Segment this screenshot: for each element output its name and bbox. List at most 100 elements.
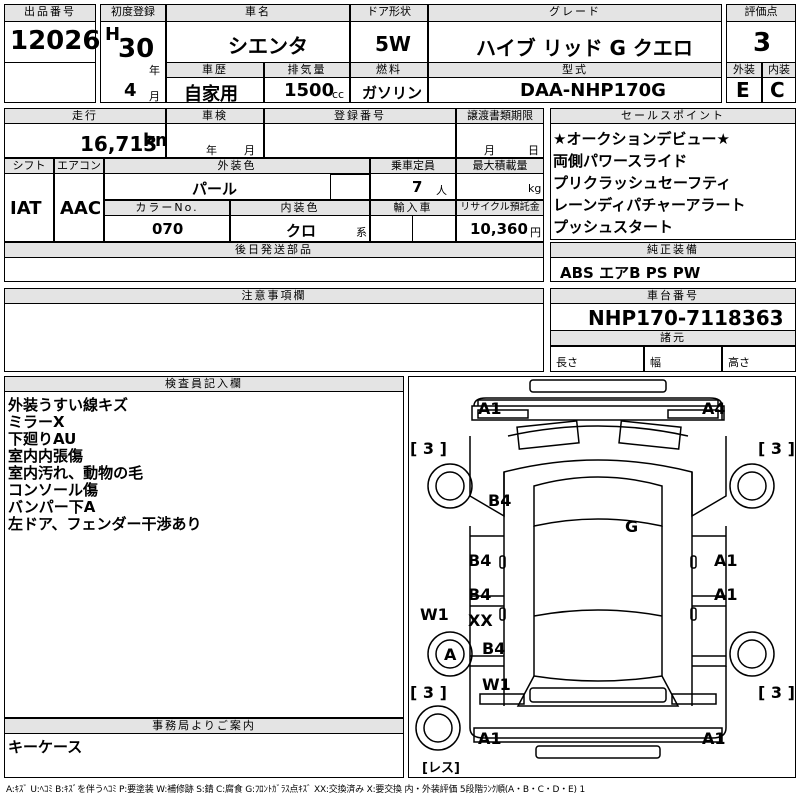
seats-unit: 人 (436, 184, 447, 197)
inspector-line: ミラーX (8, 413, 65, 431)
office-label: 事務局よりご案内 (4, 718, 404, 734)
office-note: キーケース (8, 738, 83, 756)
damage-mark: A4 (702, 399, 726, 418)
equipment: ABS エアB PS PW (560, 264, 701, 282)
load-label: 最大積載量 (456, 158, 544, 174)
interior-grade: C (770, 78, 785, 102)
lot-number: 12026 (10, 26, 101, 56)
deadline-label: 譲渡書類期限 (456, 108, 544, 124)
first-reg-year: 30 (118, 34, 155, 64)
equipment-label: 純正装備 (550, 242, 796, 258)
shift-label: シフト (4, 158, 54, 174)
notes-label: 注意事項欄 (4, 288, 544, 304)
mileage-label: 走行 (4, 108, 166, 124)
model-label: 型式 (428, 62, 722, 78)
inspector-line: 下廻りAU (8, 430, 77, 448)
int-color: クロ (286, 222, 317, 240)
exterior-grade-label: 外装 (726, 62, 762, 78)
history-label: 車歴 (166, 62, 264, 78)
seats-label: 乗車定員 (370, 158, 456, 174)
fuel-label: 燃料 (350, 62, 428, 78)
sales-points-label: セールスポイント (550, 108, 796, 124)
exterior-grade: E (736, 78, 750, 102)
displacement-label: 排気量 (264, 62, 350, 78)
import-sub-box (412, 215, 456, 242)
spec-length-label: 長さ (556, 356, 578, 369)
score: 3 (753, 28, 772, 58)
door-type: 5W (375, 32, 411, 56)
damage-mark: A1 (478, 399, 502, 418)
deadline-day-unit: 日 (528, 144, 539, 157)
model: DAA-NHP170G (520, 80, 666, 101)
inspection-year-unit: 年 (206, 144, 217, 157)
score-label: 評価点 (726, 4, 796, 22)
spare-tire-mark: [レス] (422, 761, 460, 776)
color-label: 外装色 (104, 158, 370, 174)
door-label: ドア形状 (350, 4, 428, 22)
inspector-line: 左ドア、フェンダー干渉あり (8, 515, 202, 533)
shift: IAT (10, 198, 42, 219)
inspection-month-unit: 月 (244, 144, 255, 157)
history: 自家用 (184, 84, 238, 105)
sales-point-item: プッシュスタート (553, 218, 674, 236)
later-parts-label: 後日発送部品 (4, 242, 544, 258)
damage-mark: W1 (420, 605, 449, 624)
ac-label: エアコン (54, 158, 104, 174)
spec-height-label: 高さ (728, 356, 750, 369)
legend: A:ｷｽﾞ U:ﾍｺﾐ B:ｷｽﾞを伴うﾍｺﾐ P:要塗装 W:補修跡 S:錆 … (6, 785, 585, 795)
recycle-label: リサイクル預託金 (456, 200, 544, 216)
lot-number-label: 出品番号 (4, 4, 96, 22)
damage-mark: A (444, 645, 457, 664)
first-reg-month: 4 (124, 80, 137, 101)
interior-grade-label: 内装 (762, 62, 796, 78)
damage-mark: A1 (714, 551, 738, 570)
seats: 7 (412, 178, 423, 196)
tire-mark-fr: [ 3 ] (758, 439, 795, 458)
displacement: 1500 (284, 80, 335, 101)
grade: ハイブ リッド G クエロ (476, 36, 693, 60)
inspection-label: 車検 (166, 108, 264, 124)
chassis-label: 車台番号 (550, 288, 796, 304)
first-reg-year-unit: 年 (149, 64, 160, 77)
recycle: 10,360 (470, 220, 528, 238)
lot-number-lower-box (4, 62, 96, 103)
spec-label: 諸元 (550, 330, 796, 346)
car-diagram: [ 3 ] [ 3 ] [ 3 ] [ 3 ] [レス] A1 A4 B4 G … (410, 379, 795, 776)
tire-mark-rr: [ 3 ] (758, 683, 795, 702)
registration-no-label: 登録番号 (264, 108, 456, 124)
damage-mark: A1 (714, 585, 738, 604)
inspector-line: 室内内張傷 (8, 447, 84, 465)
chassis-number: NHP170-7118363 (588, 306, 784, 330)
inspector-line: コンソール傷 (8, 481, 99, 499)
inspector-line: 外装うすい線キズ (8, 396, 129, 414)
spec-width-label: 幅 (650, 356, 661, 369)
damage-mark: B4 (468, 585, 491, 604)
inspector-line: バンパー下A (8, 498, 96, 516)
ac: AAC (60, 198, 102, 219)
displacement-unit: cc (332, 88, 345, 101)
deadline-month-unit: 月 (484, 144, 495, 157)
damage-mark: B4 (488, 491, 511, 510)
color-no: 070 (152, 220, 184, 238)
first-reg-label: 初度登録 (100, 4, 166, 22)
color-sub-box (330, 174, 370, 200)
sales-point-item: ★オークションデビュー★ (553, 130, 730, 148)
fuel: ガソリン (362, 84, 423, 102)
int-color-unit: 系 (356, 226, 367, 239)
color: パール (192, 180, 238, 198)
sales-point-item: レーンディパチャーアラート (553, 196, 746, 214)
car-name: シエンタ (228, 34, 308, 58)
grade-label: グレード (428, 4, 722, 22)
sales-point-item: プリクラッシュセーフティ (553, 174, 732, 192)
first-reg-month-unit: 月 (149, 90, 160, 103)
damage-mark: A1 (702, 729, 726, 748)
inspector-label: 検査員記入欄 (4, 376, 404, 392)
damage-mark: XX (468, 611, 493, 630)
car-name-label: 車名 (166, 4, 350, 22)
tire-mark-rl: [ 3 ] (410, 683, 447, 702)
load-unit: kg (528, 182, 542, 195)
sales-point-item: 両側パワースライド (553, 152, 688, 170)
color-no-label: カラーNo. (104, 200, 230, 216)
damage-mark: B4 (482, 639, 505, 658)
damage-mark: A1 (478, 729, 502, 748)
